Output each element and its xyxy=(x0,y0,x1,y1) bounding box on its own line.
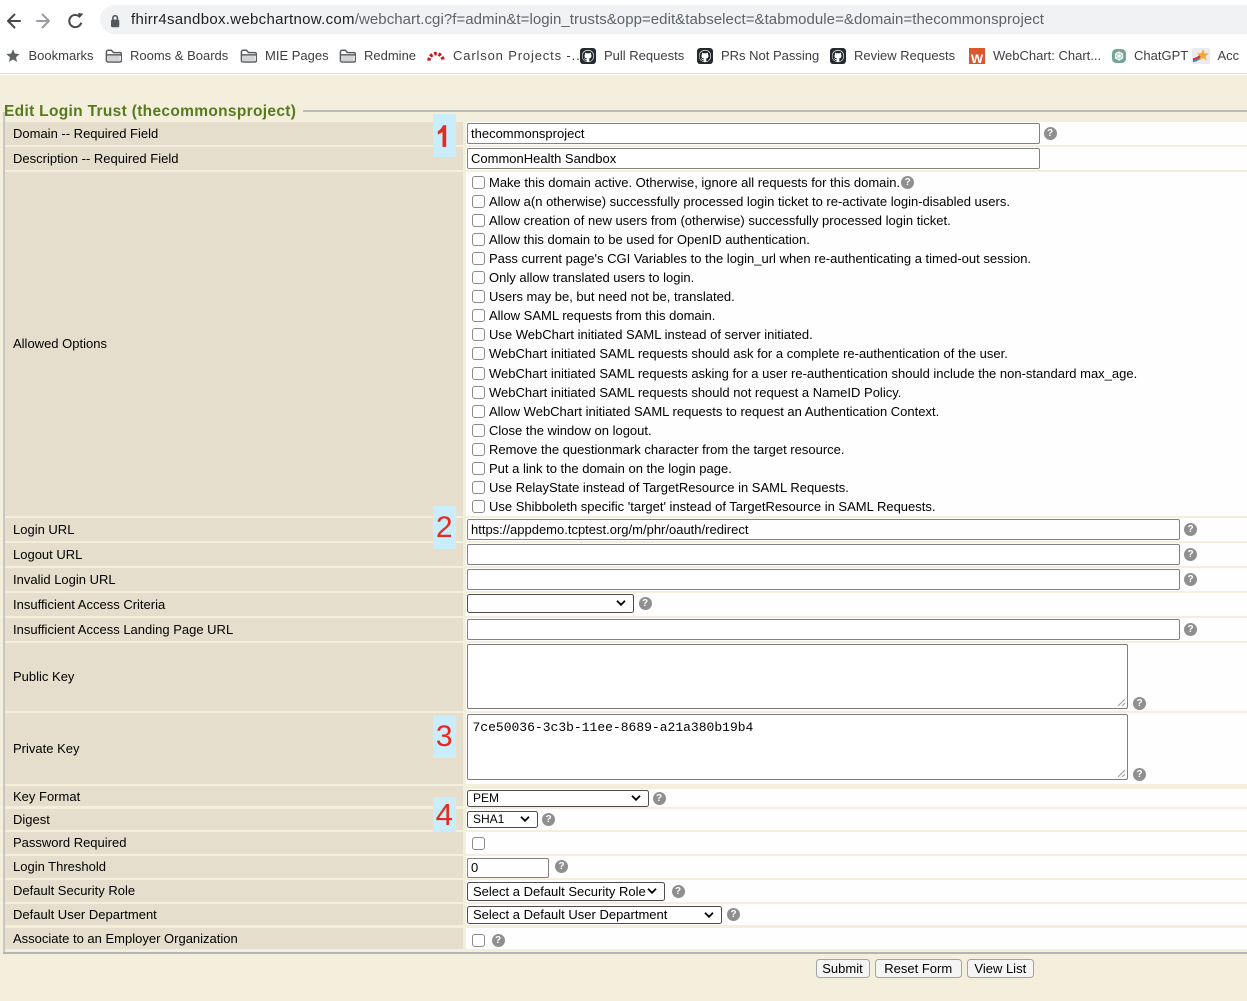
svg-text:w: w xyxy=(970,50,984,64)
